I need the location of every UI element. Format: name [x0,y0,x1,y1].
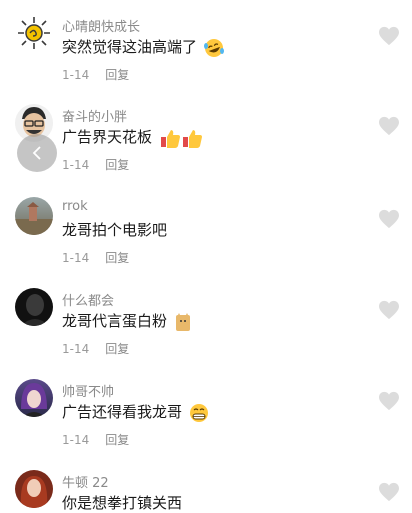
comment-text-content: 龙哥拍个电影吧 [62,221,168,239]
comment-text-content: 你是想拳打镇关西 [62,494,183,512]
comment-text-content: 广告还得看我龙哥 [62,403,183,421]
heart-icon[interactable] [378,26,400,46]
heart-icon[interactable] [378,482,400,502]
avatar[interactable] [15,470,53,508]
comment-item: 奋斗的小胖 广告界天花板 1-14 回复 [0,104,412,194]
comment-text-content: 广告界天花板 [62,128,153,146]
comment-item: 牛顿 22 你是想拳打镇关西 [0,470,412,513]
comment-meta: 1-14 回复 [62,156,129,173]
reply-button[interactable]: 回复 [105,68,129,82]
grin-emoji [189,403,208,422]
heart-icon[interactable] [378,116,400,136]
heart-icon[interactable] [378,209,400,229]
comment-meta: 1-14 回复 [62,66,129,83]
reply-button[interactable]: 回复 [105,433,129,447]
comment-item: rrok 龙哥拍个电影吧 1-14 回复 [0,197,412,287]
comment-text: 广告还得看我龙哥 [62,401,209,423]
avatar[interactable] [15,288,53,326]
comment-author[interactable]: 心晴朗快成长 [62,16,140,35]
comment-author[interactable]: 帅哥不帅 [62,381,114,400]
comment-date: 1-14 [62,433,90,447]
comment-date: 1-14 [62,342,90,356]
reply-button[interactable]: 回复 [105,158,129,172]
comment-author[interactable]: 牛顿 22 [62,472,109,491]
comment-text-content: 突然觉得这油高端了 [62,38,198,56]
comment-text: 你是想拳打镇关西 [62,492,182,513]
chevron-left-icon [32,146,41,160]
comment-item: 什么都会 龙哥代言蛋白粉 1-14 回复 [0,288,412,378]
comment-item: 心晴朗快成长 突然觉得这油高端了 1-14 回复 [0,14,412,104]
comment-author[interactable]: 奋斗的小胖 [62,106,127,125]
cat-emoji [175,312,190,331]
comment-text: 广告界天花板 [62,126,203,148]
comment-date: 1-14 [62,68,90,82]
avatar[interactable] [15,197,53,235]
comment-date: 1-14 [62,251,90,265]
reply-button[interactable]: 回复 [105,342,129,356]
comment-text: 龙哥拍个电影吧 [62,219,167,240]
comment-meta: 1-14 回复 [62,431,129,448]
avatar[interactable] [15,379,53,417]
comment-date: 1-14 [62,158,90,172]
comment-meta: 1-14 回复 [62,249,129,266]
comment-author[interactable]: 什么都会 [62,290,114,309]
laughing-tears-emoji [203,38,224,57]
comment-text: 龙哥代言蛋白粉 [62,310,192,332]
comment-item: 帅哥不帅 广告还得看我龙哥 1-14 回复 [0,379,412,469]
comment-text: 突然觉得这油高端了 [62,36,224,58]
comment-text-content: 龙哥代言蛋白粉 [62,312,168,330]
reply-button[interactable]: 回复 [105,251,129,265]
avatar[interactable] [15,14,53,52]
comment-meta: 1-14 回复 [62,340,129,357]
heart-icon[interactable] [378,300,400,320]
comment-author[interactable]: rrok [62,199,88,214]
thumbs-up-emoji [160,129,202,148]
heart-icon[interactable] [378,391,400,411]
back-button[interactable] [17,134,57,172]
